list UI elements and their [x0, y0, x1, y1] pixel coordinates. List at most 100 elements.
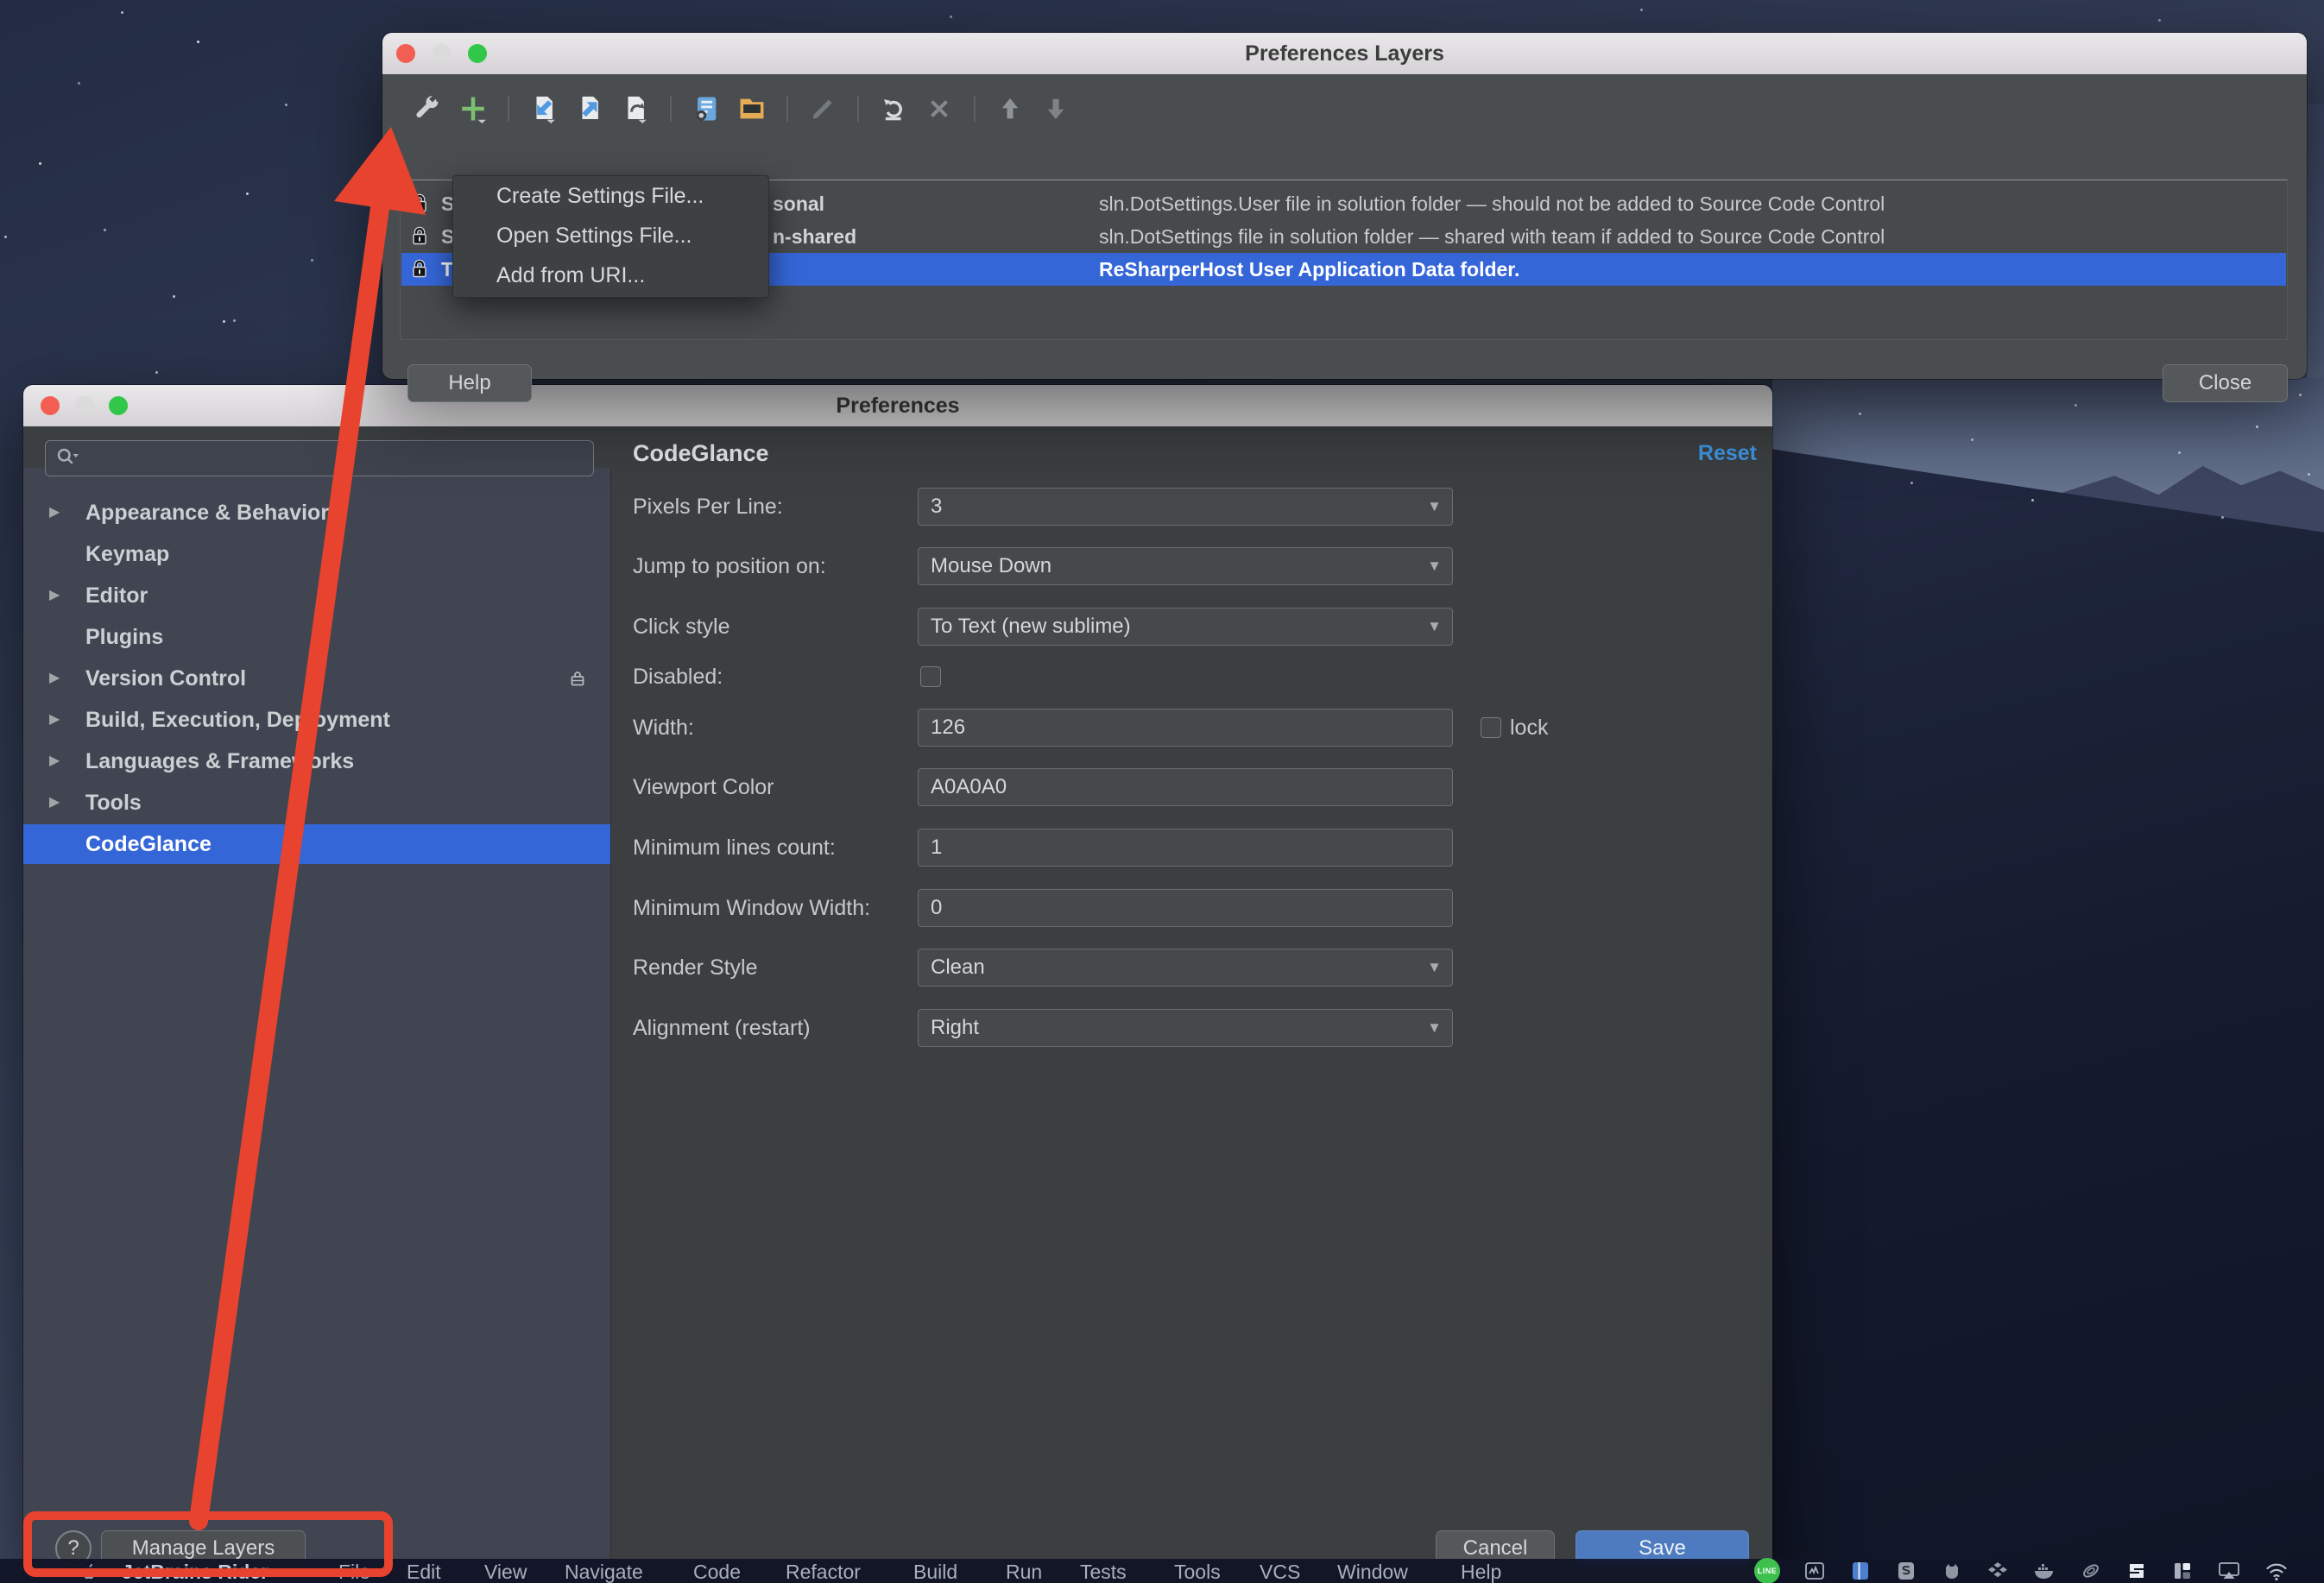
- menu-item-navigate[interactable]: Navigate: [565, 1559, 643, 1583]
- field-label-click-style: Click style: [633, 608, 730, 646]
- menu-item-code[interactable]: Code: [693, 1559, 741, 1583]
- layer-description: ReSharperHost User Application Data fold…: [1099, 253, 1519, 286]
- sidebar-item-label: Languages & Frameworks: [85, 741, 354, 781]
- help-button[interactable]: Help: [407, 364, 532, 402]
- export-settings-icon[interactable]: [574, 91, 605, 126]
- click-style-select[interactable]: To Text (new sublime) ▼: [918, 608, 1453, 646]
- s-badge-app-icon[interactable]: [1895, 1560, 1917, 1582]
- magnet-app-icon[interactable]: [2125, 1560, 2148, 1582]
- minimum-window-width-input[interactable]: [918, 889, 1453, 927]
- menu-item-open-settings-file[interactable]: Open Settings File...: [453, 216, 768, 255]
- menu-item-view[interactable]: View: [484, 1559, 527, 1583]
- field-label-minimum-lines-count: Minimum lines count:: [633, 829, 836, 867]
- sidebar-item-label: Editor: [85, 576, 148, 615]
- window-titlebar[interactable]: Preferences: [23, 385, 1772, 427]
- sidebar-item-keymap[interactable]: Keymap: [23, 534, 610, 574]
- menu-item-create-settings-file[interactable]: Create Settings File...: [453, 176, 768, 216]
- menu-item-vcs[interactable]: VCS: [1260, 1559, 1300, 1583]
- sidebar-item-label: Tools: [85, 783, 142, 823]
- chevron-down-icon: ▼: [1427, 949, 1442, 986]
- menu-item-run[interactable]: Run: [1006, 1559, 1042, 1583]
- move-up-icon[interactable]: [995, 91, 1026, 126]
- split-panels-app-icon[interactable]: [1849, 1560, 1872, 1582]
- disabled-checkbox[interactable]: [920, 666, 941, 687]
- folder-icon[interactable]: [736, 91, 767, 126]
- wallpaper-sky-sliver: [2307, 104, 2324, 378]
- layer-description: sln.DotSettings file in solution folder …: [1099, 220, 1885, 253]
- sidebar-item-plugins[interactable]: Plugins: [23, 617, 610, 657]
- activity-monitor-icon[interactable]: [1803, 1560, 1826, 1582]
- sidebar-item-version-control[interactable]: ▶ Version Control: [23, 659, 610, 698]
- menu-item-build[interactable]: Build: [913, 1559, 957, 1583]
- field-label-width: Width:: [633, 709, 694, 747]
- menu-item-tools[interactable]: Tools: [1174, 1559, 1221, 1583]
- import-settings-icon[interactable]: [528, 91, 559, 126]
- annotation-rectangle: [23, 1511, 393, 1577]
- select-value: 3: [931, 489, 942, 525]
- toolbar-separator: [786, 96, 788, 122]
- lock-badge-icon: [567, 668, 588, 689]
- move-down-icon[interactable]: [1040, 91, 1071, 126]
- sidebar-item-editor[interactable]: ▶ Editor: [23, 576, 610, 615]
- chevron-right-icon: ▶: [49, 659, 60, 698]
- docker-icon[interactable]: [2032, 1560, 2056, 1582]
- lock-icon: [409, 258, 430, 281]
- viewport-color-input[interactable]: [918, 768, 1453, 806]
- select-value: To Text (new sublime): [931, 609, 1131, 645]
- field-label-disabled: Disabled:: [633, 658, 723, 696]
- menu-item-add-from-uri[interactable]: Add from URI...: [453, 255, 768, 295]
- sidebar-item-languages-frameworks[interactable]: ▶ Languages & Frameworks: [23, 741, 610, 781]
- wifi-icon[interactable]: [2264, 1560, 2289, 1582]
- field-label-alignment: Alignment (restart): [633, 1009, 811, 1047]
- copy-settings-icon[interactable]: [620, 91, 651, 126]
- alignment-select[interactable]: Right ▼: [918, 1009, 1453, 1047]
- minimum-lines-count-input[interactable]: [918, 829, 1453, 867]
- menu-item-tests[interactable]: Tests: [1080, 1559, 1127, 1583]
- delete-x-icon[interactable]: [924, 91, 955, 126]
- settings-search-input[interactable]: [45, 440, 594, 476]
- menu-item-refactor[interactable]: Refactor: [786, 1559, 861, 1583]
- rollback-icon[interactable]: [878, 91, 909, 126]
- airplay-icon[interactable]: [2217, 1560, 2241, 1582]
- wallpaper-dune: [1772, 378, 2324, 1583]
- page-title: CodeGlance: [633, 434, 769, 472]
- dropbox-icon[interactable]: [1986, 1560, 2009, 1582]
- select-value: Clean: [931, 949, 985, 986]
- lock-checkbox-label: lock: [1510, 709, 1548, 747]
- pixels-per-line-select[interactable]: 3 ▼: [918, 488, 1453, 526]
- field-label-minimum-window-width: Minimum Window Width:: [633, 889, 870, 927]
- sidebar-item-label: Build, Execution, Deployment: [85, 700, 390, 740]
- close-button[interactable]: Close: [2163, 364, 2288, 402]
- lock-checkbox[interactable]: [1481, 717, 1501, 738]
- sidebar-item-appearance-behavior[interactable]: ▶ Appearance & Behavior: [23, 493, 610, 533]
- sidebar-item-build-execution-deployment[interactable]: ▶ Build, Execution, Deployment: [23, 700, 610, 740]
- edit-pencil-icon[interactable]: [807, 91, 838, 126]
- window-tiles-app-icon[interactable]: [2171, 1560, 2194, 1582]
- select-value: Mouse Down: [931, 548, 1051, 584]
- layers-toolbar: [412, 88, 1071, 129]
- menu-item-window[interactable]: Window: [1337, 1559, 1408, 1583]
- menu-item-help[interactable]: Help: [1461, 1559, 1501, 1583]
- line-messenger-icon[interactable]: LINE: [1754, 1558, 1780, 1583]
- cat-app-icon[interactable]: [1941, 1560, 1963, 1582]
- preferences-layers-dialog: Preferences Layers: [382, 33, 2307, 379]
- sidebar-item-tools[interactable]: ▶ Tools: [23, 783, 610, 823]
- sidebar-divider: [610, 468, 611, 1583]
- sidebar-item-label: Appearance & Behavior: [85, 493, 329, 533]
- shell-app-icon[interactable]: [2080, 1560, 2102, 1582]
- dialog-titlebar[interactable]: Preferences Layers: [382, 33, 2307, 75]
- width-input[interactable]: [918, 709, 1453, 747]
- search-icon: [54, 445, 80, 471]
- wrench-icon[interactable]: [412, 91, 443, 126]
- settings-file-icon[interactable]: [691, 91, 722, 126]
- menu-item-edit[interactable]: Edit: [407, 1559, 441, 1583]
- status-icons: LINE: [1754, 1559, 2289, 1583]
- dialog-body: S sonal sln.DotSettings.User file in sol…: [382, 74, 2307, 379]
- jump-to-position-select[interactable]: Mouse Down ▼: [918, 547, 1453, 585]
- chevron-right-icon: ▶: [49, 741, 60, 781]
- sidebar-item-codeglance[interactable]: CodeGlance: [23, 824, 610, 864]
- sidebar-item-label: Plugins: [85, 617, 163, 657]
- render-style-select[interactable]: Clean ▼: [918, 949, 1453, 987]
- add-layer-icon[interactable]: [458, 91, 489, 126]
- reset-link[interactable]: Reset: [1698, 434, 1757, 472]
